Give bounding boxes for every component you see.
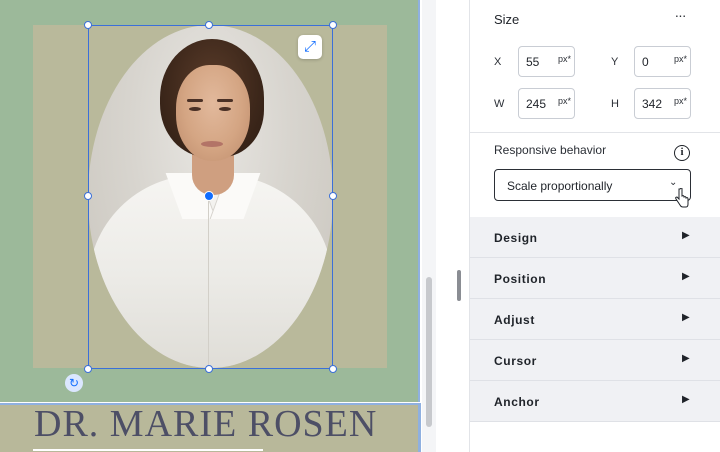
responsive-behavior-label: Responsive behavior xyxy=(494,143,607,157)
dropdown-value: Scale proportionally xyxy=(507,179,613,193)
resize-handle-bottom[interactable] xyxy=(205,365,213,373)
focal-point-handle[interactable] xyxy=(204,191,214,201)
panel-gutter xyxy=(436,0,470,452)
resize-handle-top-right[interactable] xyxy=(329,21,337,29)
more-options-icon[interactable]: ··· xyxy=(670,6,690,26)
accordion-adjust[interactable]: Adjust ▶ xyxy=(470,299,720,340)
width-input[interactable]: 245 px* xyxy=(518,88,575,119)
resize-handle-top[interactable] xyxy=(205,21,213,29)
editor-canvas[interactable]: ⤢ ↻ DR. MARIE ROSEN xyxy=(0,0,436,452)
accordion-position[interactable]: Position ▶ xyxy=(470,258,720,299)
resize-handle-right[interactable] xyxy=(329,192,337,200)
height-input[interactable]: 342 px* xyxy=(634,88,691,119)
page-title-text[interactable]: DR. MARIE ROSEN xyxy=(34,402,377,446)
accordion-anchor[interactable]: Anchor ▶ xyxy=(470,381,720,422)
x-unit: px* xyxy=(557,54,571,64)
accordion-cursor[interactable]: Cursor ▶ xyxy=(470,340,720,381)
chevron-down-icon: ⌄ xyxy=(669,177,678,188)
x-label: X xyxy=(494,56,502,68)
accordion-label: Position xyxy=(494,272,547,286)
h-value: 342 xyxy=(642,97,663,111)
editor-window: ⤢ ↻ DR. MARIE ROSEN Size ··· X 55 px* Y … xyxy=(0,0,720,452)
accordion-label: Design xyxy=(494,231,538,245)
w-label: W xyxy=(494,98,505,110)
resize-handle-left[interactable] xyxy=(84,192,92,200)
x-input[interactable]: 55 px* xyxy=(518,46,575,77)
accordion-design[interactable]: Design ▶ xyxy=(470,217,720,258)
section-boundary-bottom xyxy=(418,403,421,452)
resize-handle-bottom-left[interactable] xyxy=(84,365,92,373)
h-label: H xyxy=(611,98,619,110)
accordion-label: Adjust xyxy=(494,313,535,327)
panel-resize-grip[interactable] xyxy=(457,270,461,301)
title-underline xyxy=(33,449,263,451)
canvas-scrollbar-thumb[interactable] xyxy=(426,277,432,427)
inspector-panel: Size ··· X 55 px* Y 0 px* W 245 px* H 34… xyxy=(470,0,720,452)
triangle-right-icon: ▶ xyxy=(682,271,690,282)
y-unit: px* xyxy=(673,54,687,64)
rotate-icon[interactable]: ↻ xyxy=(65,374,83,392)
y-label: Y xyxy=(611,56,619,68)
x-value: 55 xyxy=(526,55,540,69)
w-value: 245 xyxy=(526,97,547,111)
triangle-right-icon: ▶ xyxy=(682,394,690,405)
y-value: 0 xyxy=(642,55,649,69)
size-heading: Size xyxy=(494,12,520,27)
triangle-right-icon: ▶ xyxy=(682,353,690,364)
resize-handle-bottom-right[interactable] xyxy=(329,365,337,373)
section-boundary xyxy=(418,0,420,402)
w-unit: px* xyxy=(557,96,571,106)
accordion-label: Anchor xyxy=(494,395,540,409)
info-icon[interactable]: i xyxy=(674,145,690,161)
triangle-right-icon: ▶ xyxy=(682,230,690,241)
divider xyxy=(470,132,720,133)
y-input[interactable]: 0 px* xyxy=(634,46,691,77)
resize-handle-top-left[interactable] xyxy=(84,21,92,29)
accordion-label: Cursor xyxy=(494,354,537,368)
expand-arrows-icon[interactable]: ⤢ xyxy=(298,35,322,59)
hand-cursor-icon xyxy=(675,188,689,208)
responsive-behavior-dropdown[interactable]: Scale proportionally ⌄ xyxy=(494,169,691,201)
h-unit: px* xyxy=(673,96,687,106)
triangle-right-icon: ▶ xyxy=(682,312,690,323)
